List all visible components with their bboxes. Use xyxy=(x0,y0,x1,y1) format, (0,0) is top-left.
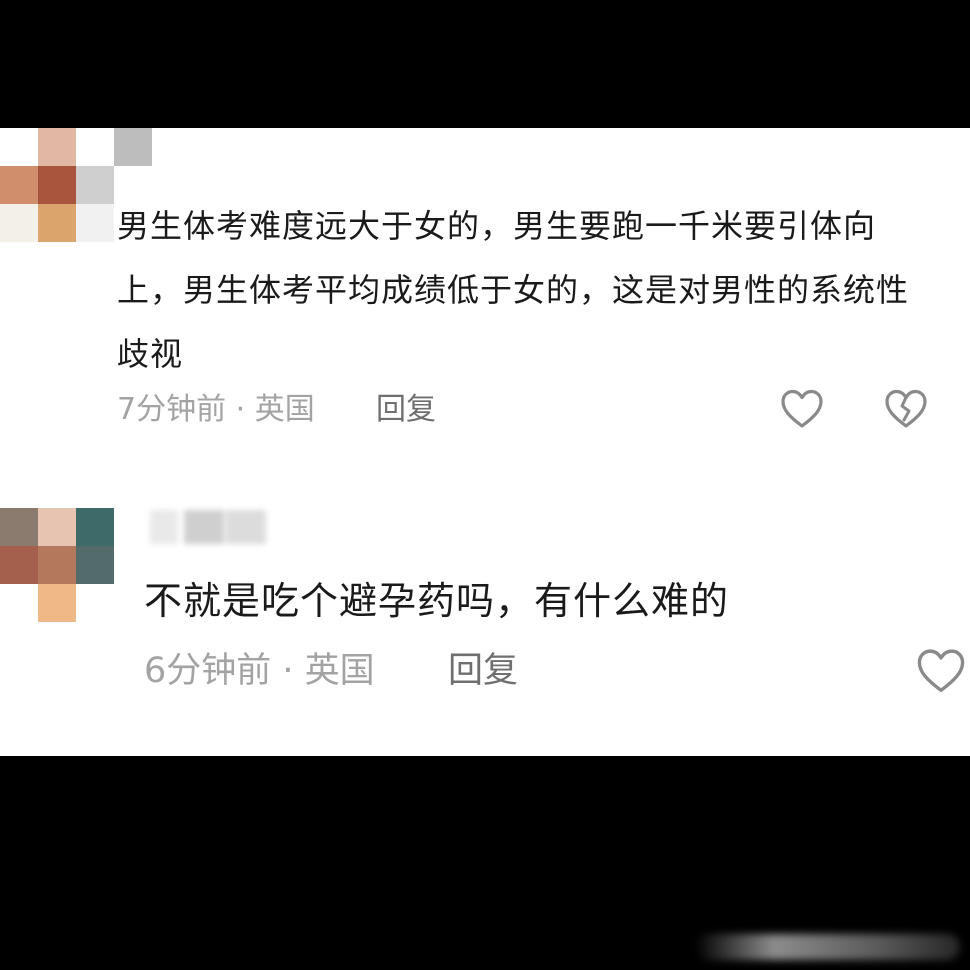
comment-location: 英国 xyxy=(304,651,375,691)
broken-heart-icon[interactable] xyxy=(884,388,928,430)
comment-time: 6分钟前 xyxy=(144,651,272,691)
top-black-band xyxy=(0,0,970,128)
comment-item: 男生体考难度远大于女的，男生要跑一千米要引体向上，男生体考平均成绩低于女的，这是… xyxy=(0,128,970,448)
comment-location: 英国 xyxy=(254,392,315,427)
comment-meta: 6分钟前 · 英国 xyxy=(144,648,375,694)
comment-item: 不就是吃个避孕药吗，有什么难的 6分钟前 · 英国 回复 xyxy=(0,508,970,756)
reply-button[interactable]: 回复 xyxy=(376,390,436,430)
meta-separator: · xyxy=(271,651,305,691)
comment-time: 7分钟前 xyxy=(117,392,227,427)
reply-button[interactable]: 回复 xyxy=(448,648,518,694)
comment-panel: 男生体考难度远大于女的，男生要跑一千米要引体向上，男生体考平均成绩低于女的，这是… xyxy=(0,128,970,756)
heart-outline-icon[interactable] xyxy=(916,647,966,695)
heart-outline-icon[interactable] xyxy=(780,388,824,430)
comment-meta: 7分钟前 · 英国 xyxy=(117,390,315,430)
watermark-blurred xyxy=(695,934,960,960)
bottom-black-band xyxy=(0,756,970,970)
comment-text: 男生体考难度远大于女的，男生要跑一千米要引体向上，男生体考平均成绩低于女的，这是… xyxy=(117,207,910,373)
comment-text: 不就是吃个避孕药吗，有什么难的 xyxy=(144,579,730,623)
meta-separator: · xyxy=(226,392,255,427)
username-blurred[interactable] xyxy=(150,510,270,544)
avatar-pixelated[interactable] xyxy=(0,508,114,622)
